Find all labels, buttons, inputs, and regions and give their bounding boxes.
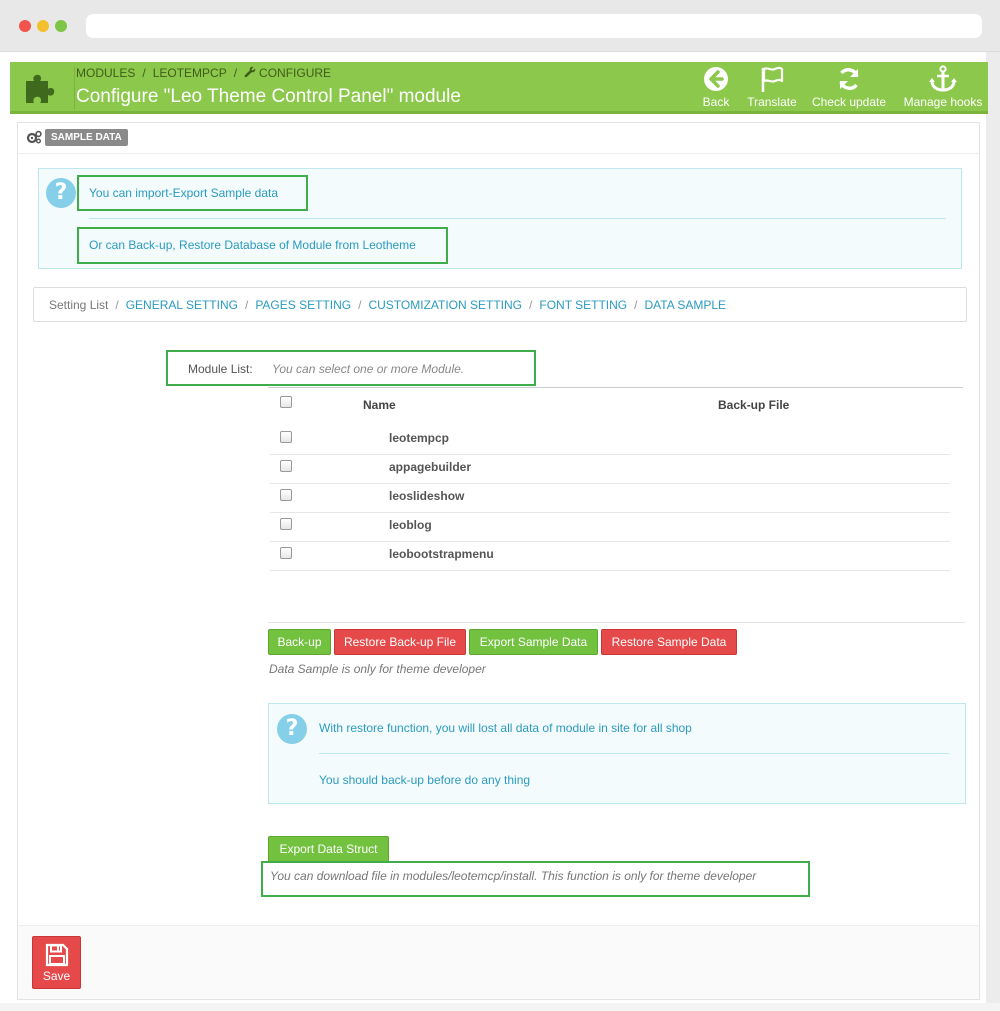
window-frame-right bbox=[986, 52, 1000, 1011]
panel-heading: SAMPLE DATA bbox=[18, 123, 979, 154]
browser-toolbar bbox=[0, 0, 1000, 52]
restore-warning-text: With restore function, you will lost all… bbox=[319, 721, 692, 735]
check-update-label: Check update bbox=[811, 95, 887, 109]
back-label: Back bbox=[702, 95, 730, 109]
backup-button[interactable]: Back-up bbox=[268, 629, 331, 655]
backup-file-column-header: Back-up File bbox=[718, 398, 790, 412]
table-top-border bbox=[268, 387, 963, 388]
breadcrumb-configure: CONFIGURE bbox=[259, 66, 332, 80]
breadcrumb: MODULES / LEOTEMPCP / CONFIGURE bbox=[76, 66, 332, 80]
row-divider bbox=[270, 512, 950, 513]
highlight-box bbox=[166, 350, 536, 386]
data-sample-link[interactable]: DATA SAMPLE bbox=[644, 298, 726, 312]
save-button[interactable]: Save bbox=[32, 936, 81, 989]
header-divider bbox=[74, 67, 75, 109]
row-divider bbox=[270, 483, 950, 484]
breadcrumb-modules[interactable]: MODULES bbox=[76, 66, 135, 80]
select-all-checkbox[interactable] bbox=[280, 396, 292, 408]
module-checkbox[interactable] bbox=[280, 460, 292, 472]
back-button[interactable]: Back bbox=[698, 65, 734, 109]
gears-icon bbox=[26, 130, 42, 144]
backup-advice-text: You should back-up before do any thing bbox=[319, 773, 531, 787]
module-checkbox[interactable] bbox=[280, 489, 292, 501]
page-header: MODULES / LEOTEMPCP / CONFIGURE Configure "L… bbox=[10, 62, 988, 114]
manage-hooks-button[interactable]: Manage hooks bbox=[900, 65, 986, 109]
module-name: appagebuilder bbox=[389, 460, 472, 474]
font-setting-link[interactable]: FONT SETTING bbox=[539, 298, 627, 312]
refresh-icon bbox=[839, 68, 859, 90]
info-divider bbox=[89, 218, 946, 219]
panel-footer: Save bbox=[18, 925, 979, 999]
highlight-box bbox=[261, 861, 810, 897]
window-close-dot[interactable] bbox=[19, 20, 31, 32]
export-data-struct-button[interactable]: Export Data Struct bbox=[268, 836, 389, 862]
info-box-restore-warning: ? With restore function, you will lost a… bbox=[268, 703, 966, 804]
module-checkbox[interactable] bbox=[280, 431, 292, 443]
general-setting-link[interactable]: GENERAL SETTING bbox=[126, 298, 238, 312]
window-minimize-dot[interactable] bbox=[37, 20, 49, 32]
save-label: Save bbox=[42, 969, 71, 983]
restore-sample-data-button[interactable]: Restore Sample Data bbox=[601, 629, 737, 655]
developer-note: Data Sample is only for theme developer bbox=[269, 662, 486, 676]
restore-backup-file-button[interactable]: Restore Back-up File bbox=[334, 629, 466, 655]
pages-setting-link[interactable]: PAGES SETTING bbox=[255, 298, 351, 312]
check-update-button[interactable]: Check update bbox=[810, 65, 888, 109]
flag-icon bbox=[761, 66, 784, 92]
manage-hooks-label: Manage hooks bbox=[903, 95, 983, 109]
page-title: Configure "Leo Theme Control Panel" modu… bbox=[76, 86, 461, 107]
customization-setting-link[interactable]: CUSTOMIZATION SETTING bbox=[368, 298, 522, 312]
back-arrow-icon bbox=[704, 67, 728, 91]
window-frame-bottom bbox=[0, 1003, 1000, 1011]
module-checkbox[interactable] bbox=[280, 518, 292, 530]
window-maximize-dot[interactable] bbox=[55, 20, 67, 32]
table-bottom-border bbox=[268, 622, 965, 623]
name-column-header: Name bbox=[363, 398, 396, 412]
anchor-icon bbox=[929, 65, 957, 92]
info-divider bbox=[319, 753, 949, 754]
sample-data-badge: SAMPLE DATA bbox=[45, 129, 128, 146]
save-disk-icon bbox=[45, 943, 68, 967]
breadcrumb-leotempcp[interactable]: LEOTEMPCP bbox=[153, 66, 227, 80]
module-name: leoblog bbox=[389, 518, 432, 532]
export-sample-data-button[interactable]: Export Sample Data bbox=[469, 629, 598, 655]
module-checkbox[interactable] bbox=[280, 547, 292, 559]
question-icon: ? bbox=[46, 178, 76, 208]
address-bar[interactable] bbox=[86, 14, 982, 38]
puzzle-icon bbox=[26, 74, 55, 103]
highlight-box bbox=[77, 175, 308, 211]
row-divider bbox=[270, 570, 950, 571]
module-name: leotempcp bbox=[389, 431, 450, 445]
translate-label: Translate bbox=[747, 95, 797, 109]
row-divider bbox=[270, 541, 950, 542]
row-divider bbox=[270, 454, 950, 455]
question-icon: ? bbox=[277, 714, 307, 744]
translate-button[interactable]: Translate bbox=[744, 65, 800, 109]
highlight-box bbox=[77, 227, 448, 264]
module-name: leoslideshow bbox=[389, 489, 465, 503]
module-name: leobootstrapmenu bbox=[389, 547, 494, 561]
sample-data-panel: SAMPLE DATA ? You can import-Export Samp… bbox=[17, 122, 980, 1000]
setting-list-label: Setting List bbox=[49, 298, 109, 312]
setting-list-breadcrumb: Setting List / GENERAL SETTING / PAGES SETTI… bbox=[33, 287, 967, 322]
wrench-icon bbox=[244, 66, 256, 78]
